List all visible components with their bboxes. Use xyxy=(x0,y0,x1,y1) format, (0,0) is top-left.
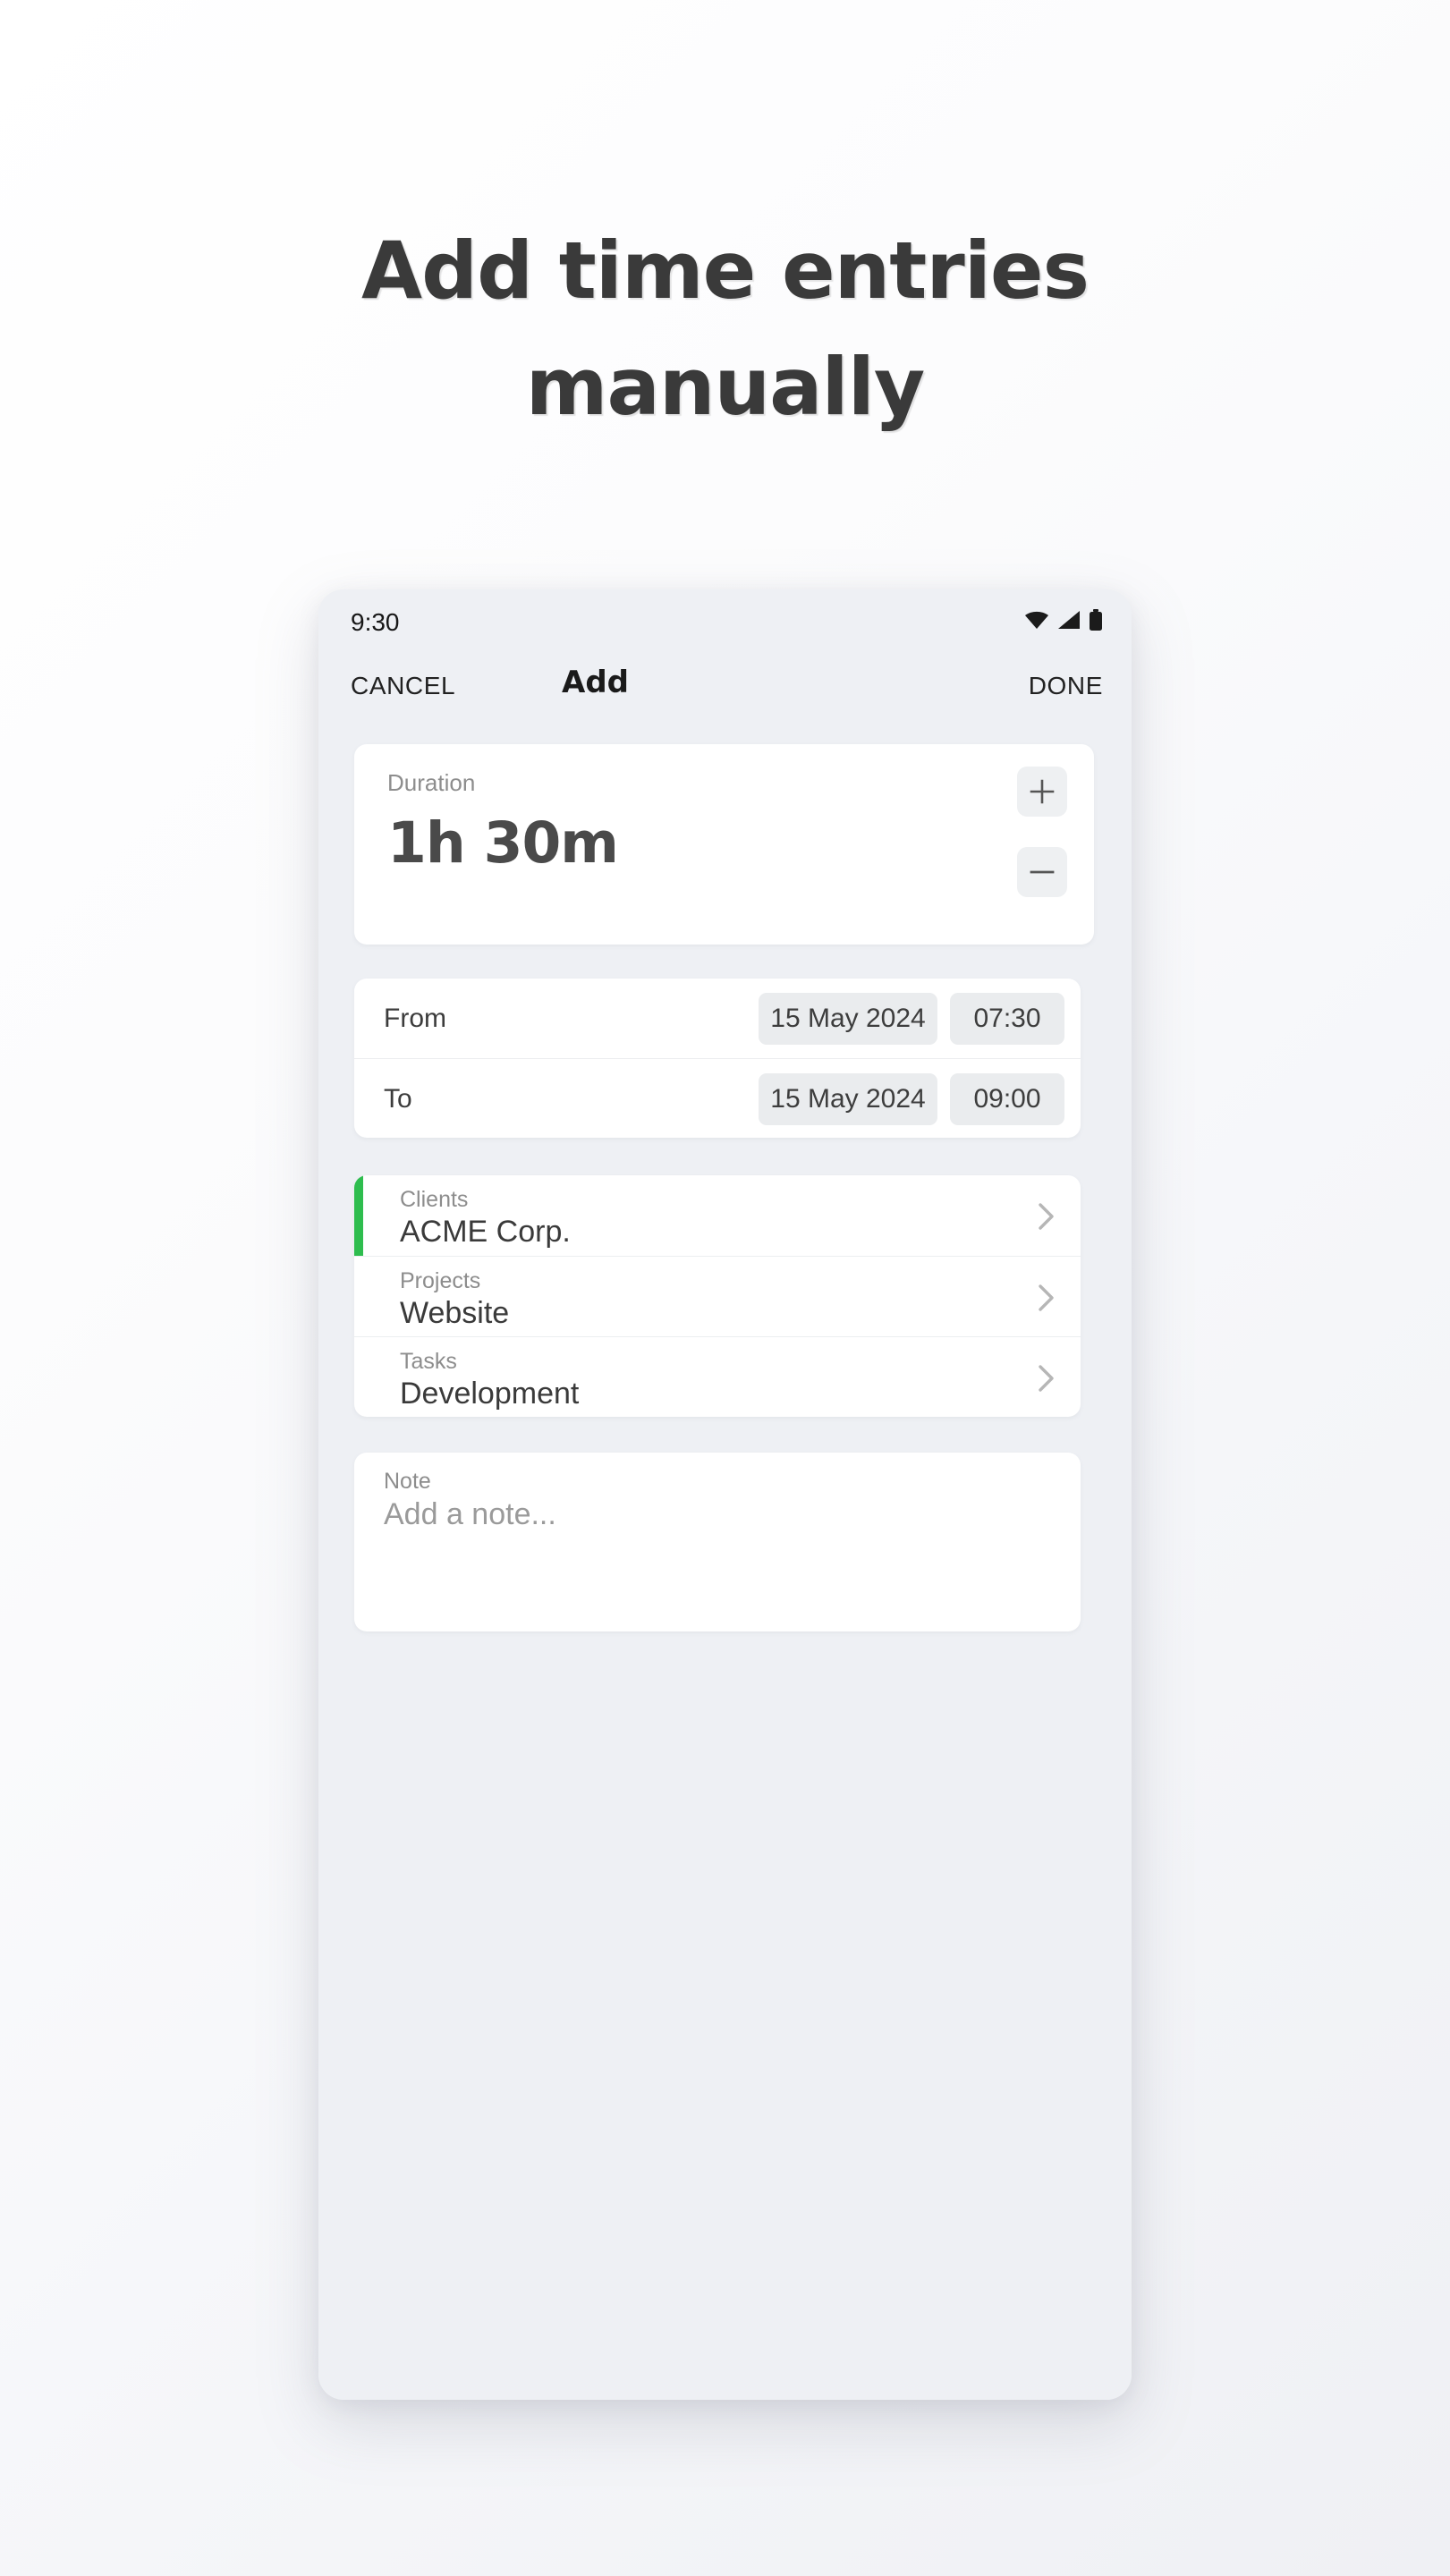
duration-value[interactable]: 1h 30m xyxy=(387,810,619,876)
duration-decrement-button[interactable] xyxy=(1017,847,1067,897)
duration-card: Duration 1h 30m xyxy=(354,744,1094,945)
app-bar: CANCEL Add DONE xyxy=(318,650,1132,724)
projects-label: Projects xyxy=(400,1268,481,1293)
clients-label: Clients xyxy=(400,1187,469,1212)
page-title: Add time entries manually xyxy=(0,213,1450,445)
plus-icon xyxy=(1030,779,1055,804)
projects-row[interactable]: Projects Website xyxy=(354,1256,1081,1336)
cancel-button[interactable]: CANCEL xyxy=(351,672,455,700)
to-row: To 15 May 2024 09:00 xyxy=(354,1058,1081,1138)
note-label: Note xyxy=(384,1469,431,1494)
duration-increment-button[interactable] xyxy=(1017,767,1067,817)
from-time-chip[interactable]: 07:30 xyxy=(950,993,1064,1045)
note-input[interactable]: Add a note... xyxy=(384,1497,556,1532)
from-date-chip[interactable]: 15 May 2024 xyxy=(759,993,937,1045)
screen-content: Duration 1h 30m From 15 May 2024 07:30 T… xyxy=(318,724,1132,2400)
page-title-line-2: manually xyxy=(525,341,925,433)
to-label: To xyxy=(384,1084,412,1114)
done-button[interactable]: DONE xyxy=(1029,672,1103,700)
tasks-row[interactable]: Tasks Development xyxy=(354,1336,1081,1417)
to-time-chip[interactable]: 09:00 xyxy=(950,1073,1064,1125)
cellular-signal-icon xyxy=(1058,611,1080,629)
battery-icon xyxy=(1090,609,1102,631)
to-date-chip[interactable]: 15 May 2024 xyxy=(759,1073,937,1125)
phone-mockup: 9:30 CANCEL Add DONE Duration 1h 30m Fro… xyxy=(318,589,1132,2400)
minus-icon xyxy=(1030,870,1055,874)
from-label: From xyxy=(384,1004,446,1033)
chevron-right-icon xyxy=(1039,1284,1054,1311)
chevron-right-icon xyxy=(1039,1365,1054,1392)
status-bar-icons xyxy=(1024,609,1103,631)
assignment-card: Clients ACME Corp. Projects Website Task… xyxy=(354,1175,1081,1417)
page-title-line-1: Add time entries xyxy=(361,225,1090,317)
note-card[interactable]: Note Add a note... xyxy=(354,1453,1081,1631)
clients-value: ACME Corp. xyxy=(400,1215,571,1249)
tasks-label: Tasks xyxy=(400,1349,457,1374)
duration-label: Duration xyxy=(387,769,476,796)
app-bar-title: Add xyxy=(562,665,629,700)
clients-row[interactable]: Clients ACME Corp. xyxy=(354,1175,1081,1256)
projects-value: Website xyxy=(400,1296,510,1330)
wifi-icon xyxy=(1025,611,1048,629)
status-bar-clock: 9:30 xyxy=(351,608,400,636)
status-bar: 9:30 xyxy=(318,589,1132,650)
from-row: From 15 May 2024 07:30 xyxy=(354,979,1081,1058)
chevron-right-icon xyxy=(1039,1203,1054,1230)
tasks-value: Development xyxy=(400,1377,580,1411)
time-range-card: From 15 May 2024 07:30 To 15 May 2024 09… xyxy=(354,979,1081,1138)
